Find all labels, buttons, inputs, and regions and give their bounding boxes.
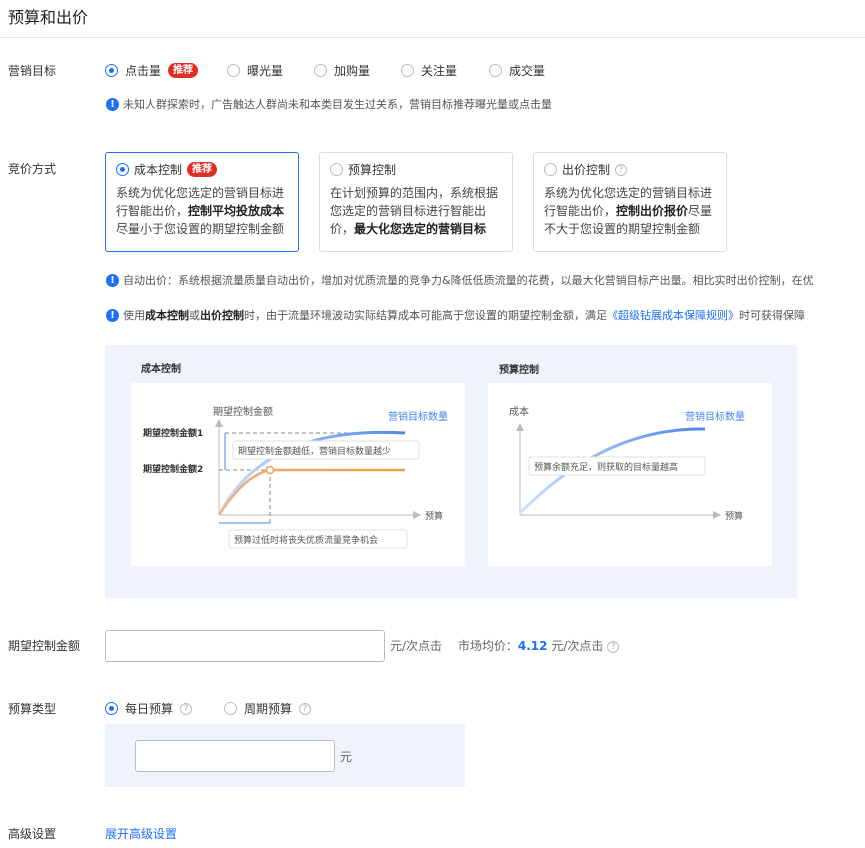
card-title: 预算控制 — [348, 163, 397, 177]
goal-option-label: 成交量 — [509, 64, 546, 78]
expand-advanced-link[interactable]: 展开高级设置 — [105, 825, 177, 842]
help-icon[interactable]: ? — [615, 163, 628, 176]
goal-option-label: 点击量 — [125, 64, 162, 78]
radio-icon[interactable] — [314, 64, 327, 77]
advanced-label: 高级设置 — [8, 827, 57, 841]
goal-option-label: 曝光量 — [247, 64, 284, 78]
radio-selected-icon[interactable] — [105, 64, 118, 77]
bid-card-cost-control[interactable]: 成本控制 推荐 系统为优化您选定的营销目标进 行智能出价，控制平均投放成本 尽量… — [105, 152, 299, 252]
intersection-point — [265, 465, 275, 475]
title-divider — [0, 37, 865, 38]
bid-tip-auto: ! 自动出价：系统根据流量质量自动出价，增加对优质流量的竞争力&降低低质流量的花… — [106, 272, 865, 288]
left-level-2: 期望控制金额2 — [143, 463, 203, 475]
right-x-axis-label: 预算 — [725, 510, 743, 522]
budget-type-label: 预算类型 — [8, 702, 57, 716]
guarantee-rules-link[interactable]: 《超级钻展成本保障规则》 — [607, 307, 739, 323]
radio-icon[interactable] — [544, 163, 557, 176]
budget-option-daily[interactable]: 每日预算 ? — [105, 700, 193, 717]
card-title: 出价控制 — [562, 163, 611, 177]
expected-label: 期望控制金额 — [8, 639, 81, 653]
left-note-top: 期望控制金额越低，营销目标数量越少 — [238, 445, 391, 457]
right-series-label: 营销目标数量 — [685, 410, 745, 423]
bid-tip-guarantee: ! 使用 成本控制或出价控制 时，由于流量环境波动实际结算成本可能高于您设置的期望控… — [106, 307, 865, 323]
recommend-badge: 推荐 — [187, 162, 218, 177]
radio-selected-icon[interactable] — [116, 163, 129, 176]
budget-option-period[interactable]: 周期预算 ? — [224, 700, 312, 717]
radio-icon[interactable] — [224, 702, 237, 715]
radio-icon[interactable] — [489, 64, 502, 77]
card-title: 成本控制 — [134, 163, 183, 177]
budget-option-label: 每日预算 — [125, 702, 174, 716]
radio-selected-icon[interactable] — [105, 702, 118, 715]
radio-icon[interactable] — [401, 64, 414, 77]
left-series-label: 营销目标数量 — [388, 410, 448, 423]
help-icon[interactable]: ? — [299, 702, 312, 715]
left-note-bottom: 预算过低时将丧失优质流量竞争机会 — [234, 534, 378, 546]
card-description: 系统为优化您选定的营销目标进 行智能出价，控制平均投放成本 尽量小于您设置的期望… — [116, 186, 285, 236]
left-x-axis-label: 预算 — [425, 510, 443, 522]
budget-option-label: 周期预算 — [244, 702, 293, 716]
radio-icon[interactable] — [330, 163, 343, 176]
goal-option-clicks[interactable]: 点击量 推荐 — [105, 62, 199, 79]
bid-card-budget-control[interactable]: 预算控制 在计划预算的范围内，系统根据 您选定的营销目标进行智能出 价，最大化您… — [319, 152, 513, 252]
expected-amount-input[interactable] — [105, 630, 385, 662]
budget-unit: 元 — [340, 750, 353, 764]
left-y-axis-label: 期望控制金额 — [213, 405, 273, 418]
goal-option-deals[interactable]: 成交量 — [489, 62, 545, 79]
right-y-axis-label: 成本 — [509, 405, 529, 418]
help-icon[interactable]: ? — [607, 640, 620, 653]
bid-label: 竞价方式 — [8, 162, 57, 176]
goal-option-label: 加购量 — [334, 64, 371, 78]
bid-illustration: 成本控制 期望控制金额 营销目标数量 期望控制金额1 期望控制金额2 预算 期望… — [131, 362, 772, 566]
goal-label: 营销目标 — [8, 64, 57, 78]
help-icon[interactable]: ? — [180, 702, 193, 715]
right-note: 预算余额充足，则获取的目标量越高 — [534, 461, 678, 473]
recommend-badge: 推荐 — [168, 63, 199, 78]
bid-card-bid-control[interactable]: 出价控制 ? 系统为优化您选定的营销目标进 行智能出价，控制出价报价尽量 不大于… — [533, 152, 727, 252]
left-level-1: 期望控制金额1 — [143, 427, 203, 439]
goal-option-impressions[interactable]: 曝光量 — [227, 62, 283, 79]
bid-tip-auto-text: 自动出价：系统根据流量质量自动出价，增加对优质流量的竞争力&降低低质流量的花费，… — [123, 274, 814, 287]
goal-tip: ! 未知人群探索时，广告触达人群尚未和本类目发生过关系，营销目标推荐曝光量或点击… — [106, 96, 552, 112]
goal-option-follows[interactable]: 关注量 — [401, 62, 457, 79]
info-icon: ! — [106, 97, 119, 111]
right-panel-title: 预算控制 — [499, 363, 539, 376]
budget-amount-input[interactable] — [135, 740, 335, 772]
market-price-value: 4.12 — [517, 639, 548, 653]
radio-icon[interactable] — [227, 64, 240, 77]
info-icon: ! — [106, 308, 119, 322]
goal-tip-text: 未知人群探索时，广告触达人群尚未和本类目发生过关系，营销目标推荐曝光量或点击量 — [123, 98, 552, 111]
goal-option-label: 关注量 — [421, 64, 458, 78]
card-description: 系统为优化您选定的营销目标进 行智能出价，控制出价报价尽量 不大于您设置的期望控… — [544, 186, 713, 236]
expected-unit: 元/次点击 市场均价：4.12 元/次点击 ? — [390, 637, 620, 654]
goal-option-add-cart[interactable]: 加购量 — [314, 62, 370, 79]
page-title: 预算和出价 — [8, 8, 89, 27]
info-icon: ! — [106, 273, 119, 287]
card-description: 在计划预算的范围内，系统根据 您选定的营销目标进行智能出 价，最大化您选定的营销… — [330, 186, 499, 236]
left-panel-title: 成本控制 — [141, 362, 181, 375]
